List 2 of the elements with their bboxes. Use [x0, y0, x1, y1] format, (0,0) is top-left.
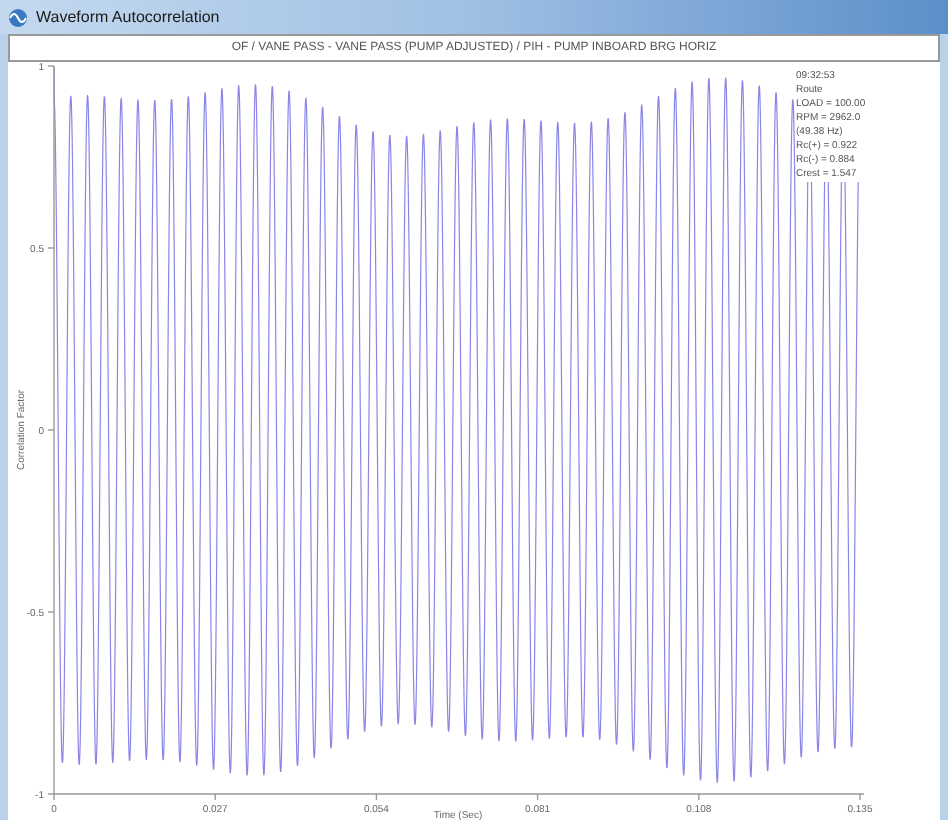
- window-title: Waveform Autocorrelation: [36, 5, 220, 29]
- app-icon: [8, 7, 28, 27]
